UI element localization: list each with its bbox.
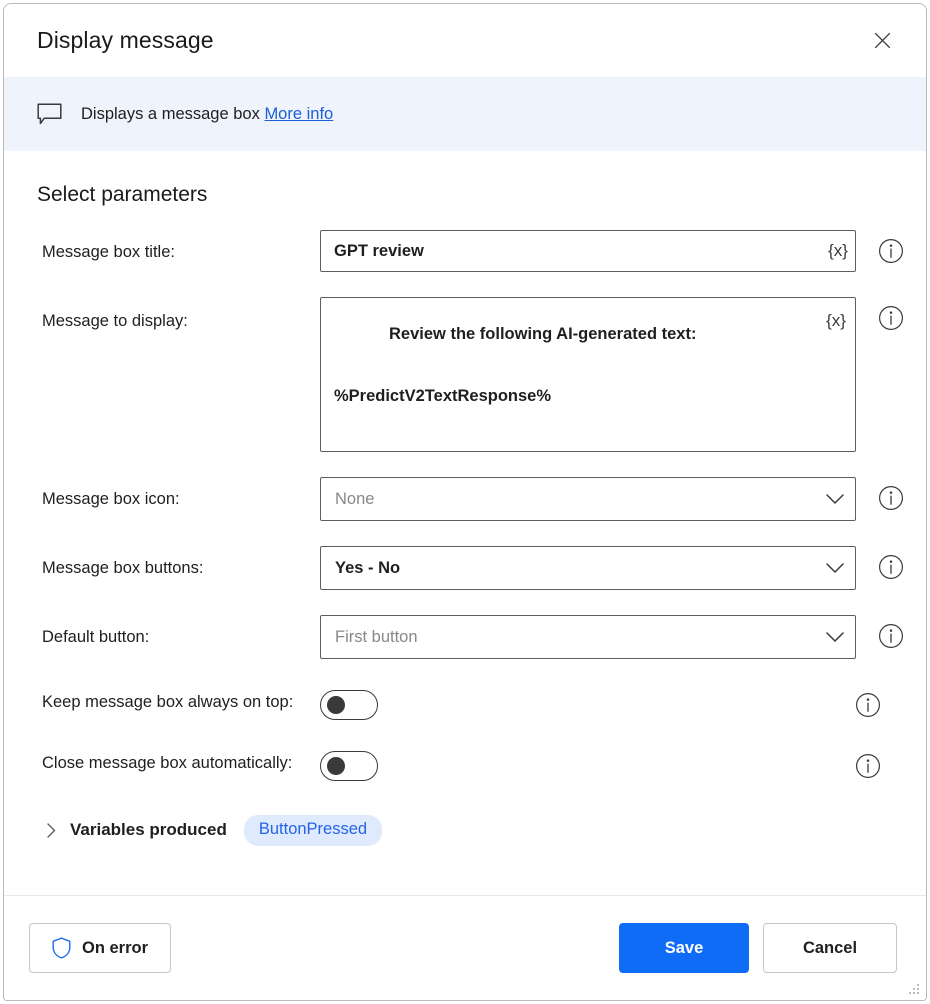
control-message-to-display: Review the following AI-generated text: … <box>320 297 856 452</box>
description-banner: Displays a message box More info <box>4 77 926 151</box>
control-close-automatically <box>320 745 378 781</box>
param-row-message-box-icon: Message box icon: None <box>4 477 926 521</box>
keep-always-on-top-toggle[interactable] <box>320 690 378 720</box>
default-button-value: First button <box>335 627 418 646</box>
info-icon[interactable] <box>878 305 906 333</box>
message-line-2: %PredictV2TextResponse% <box>334 386 552 405</box>
message-to-display-value: Review the following AI-generated text: … <box>334 309 804 437</box>
label-message-to-display: Message to display: <box>42 312 188 330</box>
message-box-title-input[interactable]: GPT review {x} <box>320 230 856 272</box>
info-icon[interactable] <box>878 238 906 266</box>
label-message-box-icon: Message box icon: <box>42 490 180 508</box>
close-automatically-toggle[interactable] <box>320 751 378 781</box>
param-row-message-to-display: Message to display: Review the following… <box>4 297 926 452</box>
message-box-icon-dropdown[interactable]: None <box>320 477 856 521</box>
control-message-box-title: GPT review {x} <box>320 230 856 272</box>
label-default-button: Default button: <box>42 628 150 646</box>
page-title: Display message <box>37 27 214 53</box>
resize-grip[interactable] <box>905 980 919 994</box>
param-row-message-box-title: Message box title: GPT review {x} <box>4 230 926 272</box>
info-icon[interactable] <box>878 623 906 651</box>
toggle-knob <box>327 757 345 775</box>
control-message-box-icon: None <box>320 477 856 521</box>
message-box-buttons-dropdown[interactable]: Yes - No <box>320 546 856 590</box>
section-title: Select parameters <box>37 183 208 206</box>
variables-produced-section: Variables produced ButtonPressed <box>42 815 926 846</box>
display-message-dialog: Display message Displays a message box M… <box>3 3 927 1001</box>
info-icon[interactable] <box>855 692 883 720</box>
info-icon[interactable] <box>878 554 906 582</box>
message-box-title-value: GPT review <box>334 241 424 260</box>
on-error-button[interactable]: On error <box>29 923 172 973</box>
dialog-titlebar: Display message <box>4 4 926 77</box>
toggle-knob <box>327 696 345 714</box>
on-error-label: On error <box>82 938 149 957</box>
label-message-box-title: Message box title: <box>42 243 175 261</box>
message-box-buttons-value: Yes - No <box>335 558 401 577</box>
param-row-keep-always-on-top: Keep message box always on top: <box>4 684 926 720</box>
close-icon <box>874 32 891 49</box>
label-message-box-buttons: Message box buttons: <box>42 559 204 577</box>
info-icon[interactable] <box>878 485 906 513</box>
label-close-automatically: Close message box automatically: <box>42 753 293 772</box>
message-box-icon-value: None <box>335 489 375 508</box>
variable-picker-button[interactable]: {x} <box>821 231 855 271</box>
close-button[interactable] <box>860 21 904 61</box>
dialog-footer: On error Save Cancel <box>4 895 926 1000</box>
control-message-box-buttons: Yes - No <box>320 546 856 590</box>
more-info-link[interactable]: More info <box>264 105 333 123</box>
variable-chip-buttonpressed[interactable]: ButtonPressed <box>243 815 383 846</box>
shield-icon <box>52 937 71 959</box>
control-keep-always-on-top <box>320 684 378 720</box>
param-row-close-automatically: Close message box automatically: <box>4 745 926 781</box>
label-keep-always-on-top: Keep message box always on top: <box>42 692 294 711</box>
save-button[interactable]: Save <box>619 923 749 973</box>
default-button-dropdown[interactable]: First button <box>320 615 856 659</box>
chevron-down-icon <box>815 562 855 574</box>
parameters-pane: Select parameters Message box title: GPT… <box>4 151 926 895</box>
message-line-1: Review the following AI-generated text: <box>389 324 697 343</box>
variable-picker-button[interactable]: {x} <box>819 301 853 341</box>
message-to-display-textarea[interactable]: Review the following AI-generated text: … <box>320 297 856 452</box>
message-box-icon <box>37 102 62 126</box>
chevron-down-icon <box>815 493 855 505</box>
info-icon[interactable] <box>855 753 883 781</box>
chevron-right-icon[interactable] <box>42 823 60 838</box>
cancel-button[interactable]: Cancel <box>763 923 897 973</box>
control-default-button: First button <box>320 615 856 659</box>
chevron-down-icon <box>815 631 855 643</box>
description-label: Displays a message box <box>81 104 260 123</box>
variables-produced-label[interactable]: Variables produced <box>70 820 227 840</box>
param-row-message-box-buttons: Message box buttons: Yes - No <box>4 546 926 590</box>
description-text: Displays a message box More info <box>81 106 333 123</box>
param-row-default-button: Default button: First button <box>4 615 926 659</box>
